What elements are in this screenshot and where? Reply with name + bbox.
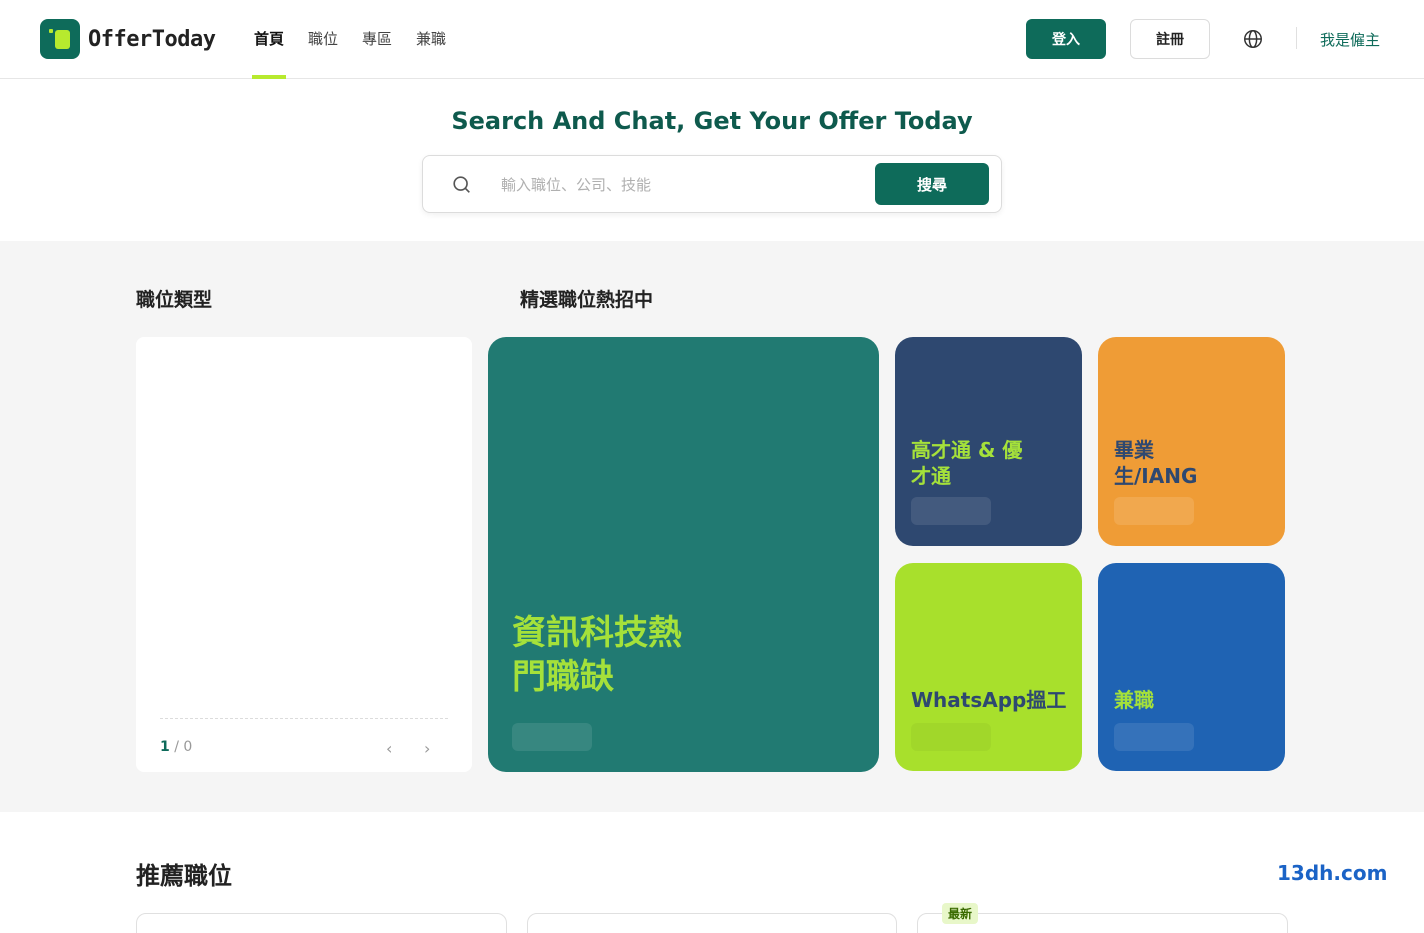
nav-zones[interactable]: 專區 bbox=[362, 0, 392, 79]
categories-title: 職位類型 bbox=[136, 289, 213, 311]
featured-title: 精選職位熱招中 bbox=[520, 289, 654, 311]
nav-home[interactable]: 首頁 bbox=[251, 0, 287, 79]
tile-whatsapp[interactable]: WhatsApp搵工 bbox=[895, 563, 1082, 771]
hero-title: Search And Chat, Get Your Offer Today bbox=[451, 107, 973, 135]
tile-it-jobs[interactable]: 資訊科技熱門職缺 bbox=[488, 337, 879, 772]
panel-divider bbox=[160, 718, 448, 719]
tile-parttime[interactable]: 兼職 bbox=[1098, 563, 1285, 771]
watermark: 13dh.com bbox=[1277, 861, 1388, 885]
job-card[interactable] bbox=[136, 913, 507, 933]
category-panel: 1 / 0 ‹ › bbox=[136, 337, 472, 772]
pager-current: 1 bbox=[160, 739, 170, 755]
tile-label: 高才通 & 優才通 bbox=[911, 438, 1023, 488]
search-input[interactable] bbox=[501, 170, 861, 200]
search-button[interactable]: 搜尋 bbox=[875, 163, 989, 205]
top-header: OfferToday 首頁 職位 專區 兼職 登入 註冊 我是僱主 bbox=[0, 0, 1424, 79]
chevron-left-icon[interactable]: ‹ bbox=[386, 739, 392, 758]
explore-section: 職位類型 精選職位熱招中 1 / 0 ‹ › 資訊科技熱門職缺 高才通 & 優才… bbox=[0, 241, 1424, 812]
job-card[interactable] bbox=[527, 913, 897, 933]
header-divider bbox=[1296, 27, 1297, 49]
recommended-title: 推薦職位 bbox=[136, 862, 232, 890]
tile-graduate[interactable]: 畢業生/IANG bbox=[1098, 337, 1285, 546]
tile-pill bbox=[911, 723, 991, 751]
tile-pill bbox=[1114, 497, 1194, 525]
tile-label: 資訊科技熱門職缺 bbox=[512, 613, 682, 698]
tile-label: 畢業生/IANG bbox=[1114, 438, 1198, 488]
search-bar: 搜尋 bbox=[422, 155, 1002, 213]
nav-parttime[interactable]: 兼職 bbox=[416, 0, 446, 79]
register-button[interactable]: 註冊 bbox=[1130, 19, 1210, 59]
new-badge: 最新 bbox=[942, 903, 979, 924]
main-nav: 首頁 職位 專區 兼職 bbox=[251, 0, 470, 79]
tile-pill bbox=[512, 723, 592, 751]
tile-pill bbox=[1114, 723, 1194, 751]
logo[interactable]: OfferToday bbox=[40, 19, 216, 59]
pager: 1 / 0 bbox=[160, 739, 192, 755]
chevron-right-icon[interactable]: › bbox=[424, 739, 430, 758]
tile-pill bbox=[911, 497, 991, 525]
pager-total: 0 bbox=[183, 739, 193, 755]
login-button[interactable]: 登入 bbox=[1026, 19, 1106, 59]
pager-separator: / bbox=[169, 739, 184, 755]
globe-icon[interactable] bbox=[1242, 28, 1264, 50]
logo-text: OfferToday bbox=[88, 26, 216, 52]
tile-talent-scheme[interactable]: 高才通 & 優才通 bbox=[895, 337, 1082, 546]
search-icon bbox=[453, 176, 470, 193]
tile-label: 兼職 bbox=[1114, 688, 1154, 712]
employer-link[interactable]: 我是僱主 bbox=[1320, 29, 1380, 50]
logo-icon bbox=[40, 19, 80, 59]
tile-label: WhatsApp搵工 bbox=[911, 688, 1067, 712]
nav-jobs[interactable]: 職位 bbox=[308, 0, 338, 79]
